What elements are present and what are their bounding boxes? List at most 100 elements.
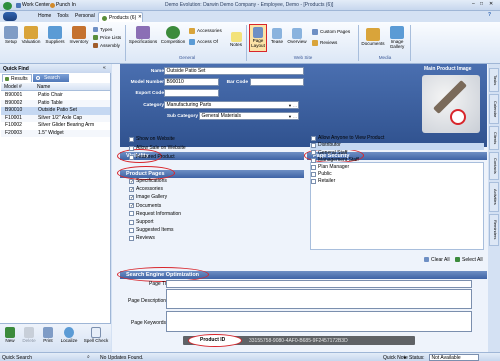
security-role-checkbox[interactable]: [311, 150, 316, 156]
table-row[interactable]: F10002 Silver Glider Bearing Arm: [1, 122, 110, 130]
custom-pages-button[interactable]: Custom Pages: [320, 29, 350, 35]
tab-close-icon[interactable]: ✕: [138, 14, 142, 20]
spell-check-button[interactable]: Spell Check: [82, 327, 110, 344]
side-tab-contacts[interactable]: Contacts: [489, 152, 499, 180]
tab-results[interactable]: Results: [2, 74, 32, 82]
product-image[interactable]: [422, 75, 480, 133]
side-tab-tasks[interactable]: Tasks: [489, 68, 499, 92]
dropdown-more-icon[interactable]: …: [293, 114, 297, 119]
product-page-option-checkbox[interactable]: [129, 219, 134, 225]
security-role-checkbox[interactable]: [311, 157, 316, 163]
results-icon: [5, 76, 9, 81]
side-tab-activities[interactable]: Activities: [489, 182, 499, 212]
visibility-option-checkbox[interactable]: [129, 137, 134, 142]
name-cell: Patio Table: [38, 99, 63, 106]
suppliers-button[interactable]: Suppliers: [44, 26, 66, 45]
punch-in-label[interactable]: Punch In: [56, 3, 76, 8]
types-button[interactable]: Types: [100, 27, 112, 33]
tab-personal[interactable]: Personal: [75, 14, 95, 19]
setup-button[interactable]: Setup: [3, 26, 19, 45]
bar-code-field[interactable]: [250, 78, 304, 86]
tease-button[interactable]: Tease: [269, 28, 285, 45]
col-name-header[interactable]: Name: [37, 85, 50, 90]
name-field[interactable]: Outside Patio Set: [164, 67, 304, 75]
panel-collapse-icon[interactable]: «: [103, 66, 106, 71]
accessories-button[interactable]: Accessories: [197, 28, 222, 34]
table-row[interactable]: B90010 Outside Patio Set: [1, 107, 110, 115]
price-lists-button[interactable]: Price Lists: [100, 35, 121, 41]
visibility-option-checkbox[interactable]: [129, 146, 134, 151]
valuation-button[interactable]: Valuation: [21, 26, 41, 45]
notes-button[interactable]: Notes: [228, 32, 244, 48]
minimize-icon[interactable]: ‒: [472, 2, 475, 7]
reviews-button[interactable]: Reviews: [320, 40, 337, 46]
select-all-button[interactable]: Select All: [462, 258, 483, 263]
security-role-checkbox[interactable]: [311, 143, 316, 149]
title-bar: Work Center Punch In Demo Evolution: Dar…: [0, 0, 500, 11]
image-gallery-button[interactable]: Image Gallery: [387, 26, 407, 50]
new-button[interactable]: New: [2, 327, 18, 344]
specifications-button[interactable]: Specifications: [128, 26, 158, 45]
security-role-checkbox[interactable]: [311, 172, 316, 177]
work-center-label[interactable]: Work Center: [22, 3, 50, 8]
page-description-field[interactable]: [166, 289, 472, 309]
overview-button[interactable]: Overview: [286, 28, 308, 45]
col-model-header[interactable]: Model #: [4, 85, 22, 90]
search-icon[interactable]: ⌕: [87, 355, 90, 360]
model-number-field[interactable]: B90010: [164, 78, 219, 86]
tab-home[interactable]: Home: [38, 14, 51, 19]
page-keywords-field[interactable]: [166, 311, 472, 332]
security-role-checkbox[interactable]: [311, 179, 316, 185]
security-role-checkbox[interactable]: [311, 136, 316, 141]
print-button[interactable]: Print: [40, 327, 56, 344]
table-row[interactable]: B90002 Patio Table: [1, 99, 110, 107]
app-menu-icon[interactable]: [3, 12, 17, 21]
group-general-label: General: [178, 55, 196, 60]
product-page-option-checkbox[interactable]: [129, 187, 134, 193]
product-page-option-checkbox[interactable]: [129, 195, 134, 201]
competition-button[interactable]: Competition: [160, 26, 186, 45]
tease-icon: [272, 28, 282, 39]
product-page-option-checkbox[interactable]: [129, 235, 134, 241]
category-select[interactable]: Manufacturing Parts ▼ …: [164, 101, 299, 109]
product-page-option-checkbox[interactable]: [129, 227, 134, 233]
side-tab-reminders[interactable]: Reminders: [489, 214, 499, 246]
assembly-button[interactable]: Assembly: [100, 43, 120, 49]
quick-note-dropdown-icon[interactable]: ▼: [403, 355, 407, 360]
quick-search-label[interactable]: Quick Search: [2, 355, 32, 361]
access-of-button[interactable]: Access Of: [197, 39, 218, 45]
tab-search[interactable]: Search: [33, 74, 69, 82]
dropdown-more-icon[interactable]: …: [293, 103, 297, 108]
access-of-icon: [189, 39, 195, 45]
inventory-button[interactable]: Inventory: [68, 26, 90, 45]
documents-button[interactable]: Documents: [361, 28, 385, 47]
setup-icon: [4, 26, 18, 39]
product-page-option-checkbox[interactable]: [129, 203, 134, 209]
close-icon[interactable]: ✕: [489, 2, 493, 7]
product-page-option-checkbox[interactable]: [129, 179, 134, 185]
table-row[interactable]: F20003 1.5" Widget: [1, 129, 110, 137]
side-tab-clients[interactable]: Clients: [489, 126, 499, 150]
product-page-option-checkbox[interactable]: [129, 211, 134, 217]
page-layout-button[interactable]: Page Layout: [249, 24, 267, 52]
dropdown-arrow-icon[interactable]: ▼: [288, 114, 292, 119]
tab-products[interactable]: Products (6) ✕: [98, 12, 143, 22]
sub-category-select[interactable]: General Materials ▼ …: [199, 112, 299, 120]
delete-button[interactable]: Delete: [20, 327, 38, 344]
localize-button[interactable]: Localize: [58, 327, 80, 344]
visibility-option-checkbox[interactable]: [129, 155, 134, 160]
table-row[interactable]: F10001 Silver 1/2" Axle Cap: [1, 114, 110, 122]
app-logo-icon[interactable]: [3, 1, 12, 10]
status-select[interactable]: Not Available: [429, 353, 479, 361]
page-security-listbox: [310, 162, 484, 250]
export-code-field[interactable]: [164, 89, 219, 97]
help-icon[interactable]: ?: [488, 13, 491, 18]
tab-tools[interactable]: Tools: [57, 14, 69, 19]
page-title-field[interactable]: [166, 280, 472, 288]
security-role-checkbox[interactable]: [311, 164, 316, 170]
maximize-icon[interactable]: □: [480, 2, 483, 7]
dropdown-arrow-icon[interactable]: ▼: [288, 103, 292, 108]
table-row[interactable]: B90001 Patio Chair: [1, 92, 110, 100]
side-tab-calendar[interactable]: Calendar: [489, 94, 499, 124]
clear-all-button[interactable]: Clear All: [431, 258, 450, 263]
